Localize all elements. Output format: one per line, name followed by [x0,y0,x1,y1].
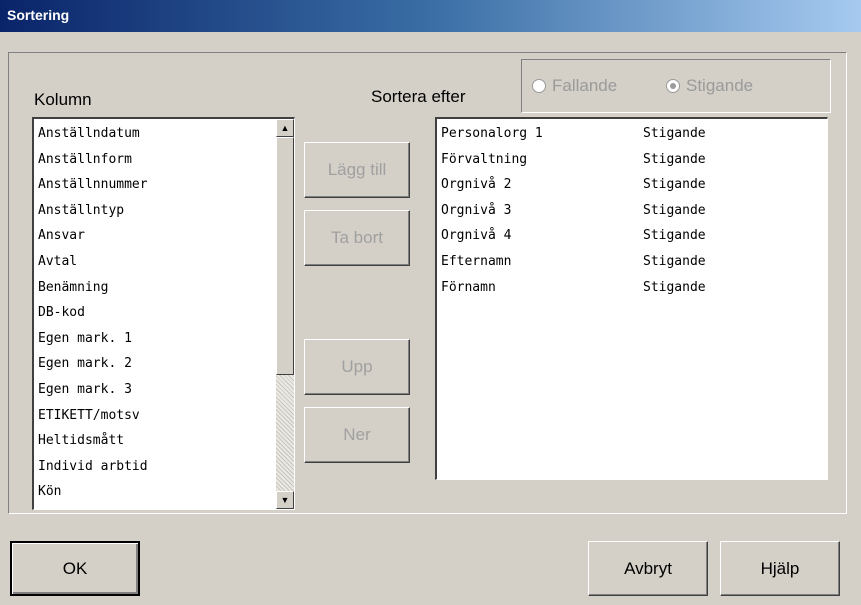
radio-descending[interactable]: Fallande [532,76,617,96]
column-list-item[interactable]: Anställnnummer [34,172,294,198]
sort-list-item[interactable]: Förvaltning Stigande [437,147,827,173]
column-list-item[interactable]: Egen mark. 2 [34,351,294,377]
sort-direction: Stigande [643,151,706,167]
column-list-item[interactable]: Anställndatum [34,121,294,147]
sort-direction: Stigande [643,228,706,244]
arrow-down-icon[interactable]: ▼ [276,491,294,509]
column-list-item[interactable]: Heltidsmått [34,428,294,454]
add-button[interactable]: Lägg till [304,142,410,198]
columns-scrollbar[interactable]: ▲ ▼ [276,119,294,509]
sort-direction: Stigande [643,126,706,141]
sort-column-name: Orgnivå 2 [441,177,512,193]
sort-direction: Stigande [643,202,706,218]
cancel-button[interactable]: Avbryt [588,541,708,596]
column-list-item[interactable]: Anställnform [34,147,294,173]
column-label: Kolumn [34,90,92,109]
radio-ascending[interactable]: Stigande [666,76,753,96]
sort-column-name: Efternamn [441,253,512,269]
sort-list-item[interactable]: Personalorg 1 Stigande [437,121,827,147]
arrow-up-icon[interactable]: ▲ [276,119,294,137]
radio-ascending-label: Stigande [686,76,754,95]
sort-direction: Stigande [643,253,706,269]
move-up-button[interactable]: Upp [304,339,410,395]
sort-direction: Stigande [643,177,706,193]
sort-column-name: Orgnivå 3 [441,202,512,218]
sort-list-item[interactable]: Orgnivå 4 Stigande [437,223,827,249]
column-list-item[interactable]: Individ arbtid [34,454,294,480]
sort-list-item[interactable]: Orgnivå 2 Stigande [437,172,827,198]
column-list-item[interactable]: Egen mark. 3 [34,377,294,403]
sort-direction: Stigande [643,279,706,295]
column-list-item[interactable]: Egen mark. 1 [34,326,294,352]
radio-ascending-indicator [666,79,680,93]
column-list-item[interactable]: Anställntyp [34,198,294,224]
remove-button[interactable]: Ta bort [304,210,410,266]
help-button[interactable]: Hjälp [720,541,840,596]
sort-column-name: Förnamn [441,279,496,295]
order-radio-group: Fallande Stigande [521,59,831,113]
sort-order-list[interactable]: Personalorg 1 Stigande Förvaltning Stigande… [435,117,828,480]
sort-list-item[interactable]: Orgnivå 3 Stigande [437,198,827,224]
column-list-item[interactable]: Kön [34,479,294,505]
sort-by-label: Sortera efter [371,87,466,106]
sort-list-item[interactable]: Förnamn Stigande [437,275,827,301]
ok-button[interactable]: OK [10,541,140,596]
available-columns-list[interactable]: Anställndatum Anställnform Anställnnummer A… [32,117,295,510]
column-list-item[interactable]: Ansvar [34,223,294,249]
column-list-item[interactable]: Benämning [34,275,294,301]
radio-descending-label: Fallande [552,76,618,95]
window-title: Sortering [7,7,70,23]
sort-list-item[interactable]: Efternamn Stigande [437,249,827,275]
title-bar: Sortering [0,0,861,32]
column-list-item[interactable]: DB-kod [34,300,294,326]
radio-descending-indicator [532,79,546,93]
move-down-button[interactable]: Ner [304,407,410,463]
sort-column-name: Förvaltning [441,151,528,167]
sort-column-name: Orgnivå 4 [441,228,512,244]
column-list-item[interactable]: Avtal [34,249,294,275]
column-list-item[interactable]: ETIKETT/motsv [34,403,294,429]
scrollbar-thumb[interactable] [276,137,294,375]
sort-column-name: Personalorg 1 [441,126,543,141]
